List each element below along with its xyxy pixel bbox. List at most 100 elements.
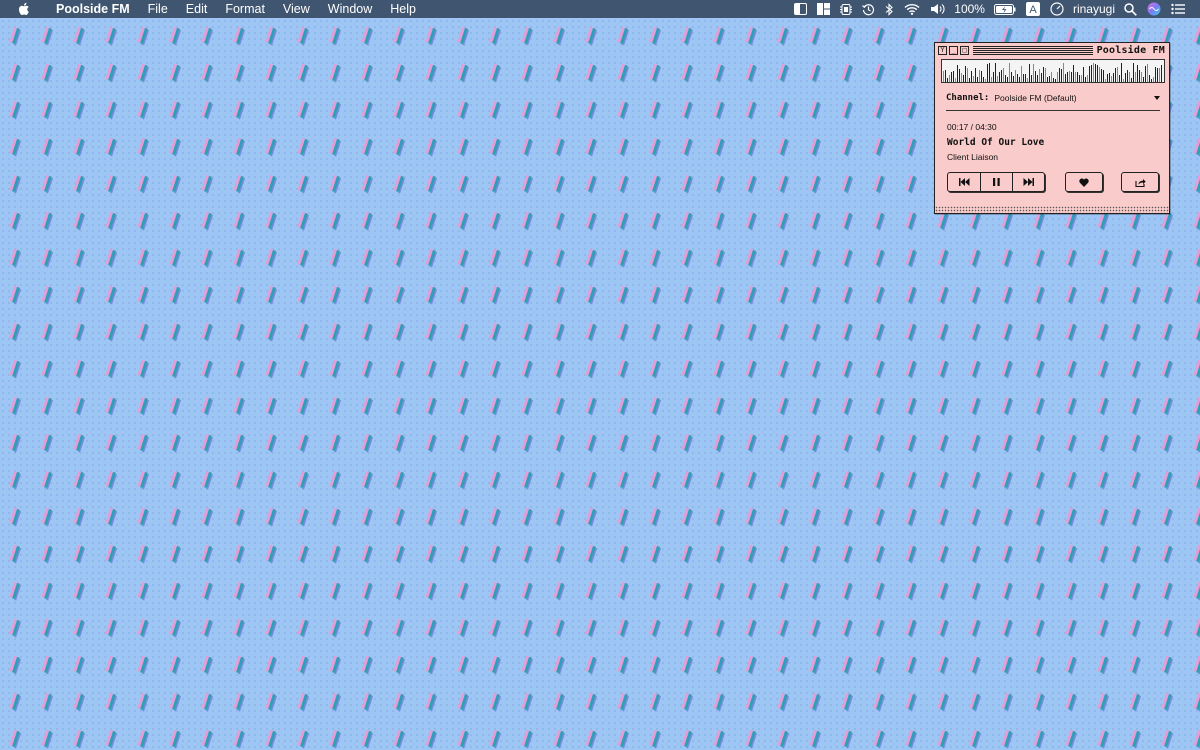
visualizer-bar — [1149, 75, 1150, 82]
visualizer-bar — [1077, 72, 1078, 82]
visualizer-bar — [1037, 75, 1038, 82]
next-button[interactable] — [1012, 173, 1044, 191]
visualizer-bar — [971, 71, 972, 82]
volume-icon[interactable] — [925, 0, 950, 18]
visualizer-bar — [1033, 64, 1034, 82]
previous-icon — [958, 178, 969, 186]
visualizer-bar — [1151, 79, 1152, 82]
visualizer-bar — [1155, 67, 1156, 82]
resize-grip[interactable] — [935, 206, 1169, 213]
visualizer-bar — [969, 78, 970, 82]
visualizer-bar — [1105, 79, 1106, 82]
time-machine-icon[interactable] — [857, 0, 880, 18]
visualizer-bar — [1051, 72, 1052, 82]
previous-button[interactable] — [948, 173, 980, 191]
transport-controls — [947, 172, 1045, 192]
visualizer-bar — [1061, 69, 1062, 82]
menu-help[interactable]: Help — [381, 0, 425, 18]
window-titlebar[interactable]: Y _ □ Poolside FM — [935, 43, 1169, 57]
minimize-button[interactable]: _ — [949, 45, 958, 55]
battery-charging-icon[interactable] — [989, 0, 1021, 18]
visualizer-bar — [1129, 72, 1130, 82]
visualizer-bar — [1097, 65, 1098, 82]
visualizer-bar — [953, 71, 954, 82]
visualizer-bar — [1043, 67, 1044, 82]
menu-edit[interactable]: Edit — [177, 0, 217, 18]
siri-icon[interactable] — [1142, 0, 1166, 18]
visualizer-bar — [1021, 66, 1022, 82]
visualizer-bar — [1083, 67, 1084, 82]
visualizer-bar — [1133, 63, 1134, 82]
titlebar-stripes — [973, 45, 1093, 55]
window-title: Poolside FM — [1096, 44, 1165, 56]
visualizer-bar — [1035, 71, 1036, 82]
visualizer-bar — [1143, 77, 1144, 82]
menu-file[interactable]: File — [139, 0, 177, 18]
visualizer-bar — [1087, 75, 1088, 82]
visualizer-bar — [1049, 76, 1050, 82]
visualizer-bar — [1139, 70, 1140, 82]
maximize-button[interactable]: □ — [960, 45, 969, 55]
pause-button[interactable] — [980, 173, 1012, 191]
visualizer-bar — [1109, 73, 1110, 82]
visualizer-bar — [977, 77, 978, 82]
battery-percent: 100% — [954, 2, 985, 16]
clock-icon[interactable] — [1045, 0, 1069, 18]
menu-format[interactable]: Format — [216, 0, 274, 18]
username[interactable]: rinayugi — [1069, 0, 1119, 18]
dropdown-menu-button[interactable]: Y — [938, 45, 947, 55]
sidebar-icon[interactable] — [789, 0, 812, 18]
visualizer-bar — [947, 78, 948, 82]
visualizer-bar — [1115, 68, 1116, 82]
bluetooth-icon[interactable] — [880, 0, 899, 18]
visualizer-bar — [1113, 73, 1114, 82]
visualizer-bar — [1135, 72, 1136, 82]
visualizer-bar — [1067, 72, 1068, 82]
memory-icon[interactable] — [835, 0, 857, 18]
share-button[interactable] — [1122, 173, 1158, 191]
menu-view[interactable]: View — [274, 0, 319, 18]
visualizer-bar — [1153, 77, 1154, 82]
window-layout-icon[interactable] — [812, 0, 835, 18]
channel-selector[interactable]: Channel: Poolside FM (Default) — [946, 91, 1160, 105]
like-button[interactable] — [1066, 173, 1102, 191]
visualizer-bar — [1013, 76, 1014, 82]
heart-icon — [1079, 178, 1089, 187]
visualizer-bar — [1009, 63, 1010, 82]
visualizer-bar — [981, 71, 982, 82]
search-icon[interactable] — [1119, 0, 1142, 18]
apple-logo-icon[interactable] — [0, 2, 48, 16]
visualizer-bar — [1157, 68, 1158, 82]
visualizer-bar — [1085, 77, 1086, 82]
poolside-fm-window: Y _ □ Poolside FM Channel: Poolside FM (… — [934, 42, 1170, 214]
notification-center-icon[interactable] — [1166, 0, 1190, 18]
visualizer-bar — [1123, 79, 1124, 82]
share-control — [1121, 172, 1159, 192]
visualizer-bar — [1059, 68, 1060, 82]
visualizer-bar — [1099, 67, 1100, 82]
visualizer-bar — [1101, 69, 1102, 82]
menu-window[interactable]: Window — [319, 0, 381, 18]
visualizer-bar — [1069, 71, 1070, 82]
visualizer-bar — [1065, 74, 1066, 82]
input-source-icon[interactable]: A — [1021, 0, 1045, 18]
visualizer-bar — [1045, 68, 1046, 82]
visualizer-bar — [1075, 72, 1076, 82]
visualizer-bar — [1007, 77, 1008, 82]
visualizer-bar — [1055, 79, 1056, 82]
track-artist: Client Liaison — [947, 152, 999, 162]
app-menu-poolside-fm[interactable]: Poolside FM — [48, 0, 139, 18]
visualizer-bar — [1041, 73, 1042, 82]
visualizer-bar — [1137, 65, 1138, 82]
visualizer-bar — [993, 72, 994, 82]
visualizer-bar — [995, 63, 996, 82]
visualizer-bar — [1063, 63, 1064, 82]
visualizer-bar — [1089, 66, 1090, 82]
visualizer-bar — [1117, 67, 1118, 82]
visualizer-bar — [1091, 65, 1092, 82]
visualizer-bar — [1039, 69, 1040, 82]
visualizer-bar — [1147, 64, 1148, 82]
channel-label: Channel: — [946, 93, 990, 103]
share-icon — [1134, 178, 1146, 187]
wifi-icon[interactable] — [899, 0, 925, 18]
